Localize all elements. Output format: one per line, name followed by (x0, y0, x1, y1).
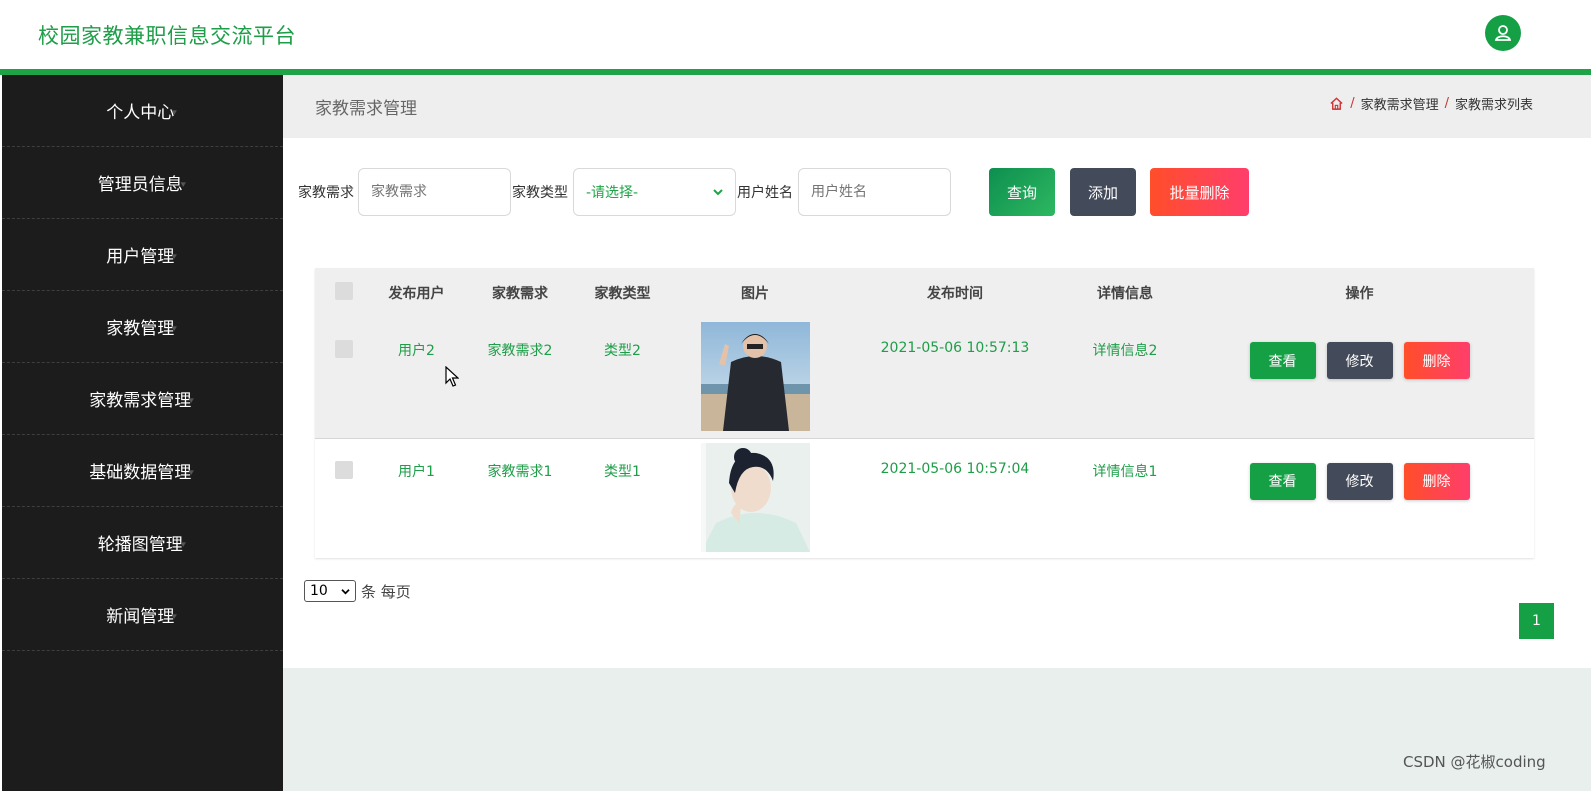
batch-delete-button[interactable]: 批量删除 (1150, 168, 1249, 216)
sidebar-item-base-data[interactable]: 基础数据管理 ▾ (2, 435, 283, 507)
table-row: 用户2 家教需求2 类型2 2021-05-06 10:57:13 详情信息2 … (315, 318, 1534, 438)
caret-down-icon: ▾ (188, 395, 195, 406)
page-size-value: 10 (310, 583, 328, 599)
demand-search-input[interactable] (358, 168, 511, 216)
cell-type: 类型1 (580, 437, 665, 558)
sidebar-item-profile[interactable]: 个人中心 ▾ (2, 75, 283, 147)
sidebar-item-label: 新闻管理 (106, 607, 175, 627)
delete-button[interactable]: 删除 (1403, 342, 1470, 379)
cell-user: 用户1 (373, 437, 460, 558)
type-select-value: -请选择- (586, 185, 639, 201)
select-all-checkbox[interactable] (335, 282, 353, 300)
add-button[interactable]: 添加 (1070, 168, 1136, 216)
sidebar-item-tutoring-demands[interactable]: 家教需求管理 ▾ (2, 363, 283, 435)
sidebar-item-label: 个人中心 (106, 103, 175, 123)
type-select[interactable]: -请选择- (573, 168, 736, 216)
caret-down-icon: ▾ (188, 467, 195, 478)
edit-button[interactable]: 修改 (1326, 462, 1393, 500)
cell-type: 类型2 (580, 318, 665, 438)
sidebar-item-users[interactable]: 用户管理 ▾ (2, 219, 283, 291)
page-size-select[interactable]: 10 (304, 580, 356, 602)
delete-button[interactable]: 删除 (1403, 462, 1470, 500)
caret-down-icon: ▾ (171, 611, 178, 622)
view-button[interactable]: 查看 (1249, 342, 1316, 379)
home-icon[interactable] (1329, 96, 1344, 111)
per-page-text: 条 每页 (361, 582, 411, 601)
sidebar: 个人中心 ▾ 管理员信息 ▾ 用户管理 ▾ 家教管理 ▾ 家教需求管理 ▾ 基础数据管理 ▾… (2, 75, 283, 791)
page-title: 家教需求管理 (315, 99, 417, 119)
caret-down-icon: ▾ (171, 323, 178, 334)
chevron-down-icon (713, 189, 723, 196)
cell-demand: 家教需求2 (460, 318, 580, 438)
page-size-control: 10 条 每页 (304, 580, 411, 602)
breadcrumb-separator: / (1444, 96, 1449, 111)
type-label: 家教类型 (512, 185, 568, 201)
demand-image (700, 442, 810, 552)
demand-table: 发布用户 家教需求 家教类型 图片 发布时间 详情信息 操作 用户2 家教需求2… (315, 268, 1534, 558)
column-header: 图片 (665, 268, 845, 318)
row-actions: 查看 修改 删除 (1185, 461, 1534, 500)
column-header: 发布时间 (845, 268, 1065, 318)
view-button[interactable]: 查看 (1249, 462, 1316, 500)
table-header-row: 发布用户 家教需求 家教类型 图片 发布时间 详情信息 操作 (315, 268, 1534, 318)
row-checkbox[interactable] (335, 340, 353, 358)
demand-image (700, 322, 810, 431)
mouse-cursor-icon (445, 366, 459, 387)
page-header: 家教需求管理 / 家教需求管理 / 家教需求列表 (283, 75, 1591, 138)
app-title: 校园家教兼职信息交流平台 (38, 24, 296, 48)
breadcrumb-item[interactable]: 家教需求管理 (1361, 94, 1439, 113)
caret-down-icon: ▾ (180, 179, 186, 190)
sidebar-item-tutors[interactable]: 家教管理 ▾ (2, 291, 283, 363)
sidebar-item-label: 家教需求管理 (89, 391, 192, 411)
sidebar-item-label: 基础数据管理 (89, 463, 192, 483)
cell-demand: 家教需求1 (460, 437, 580, 558)
search-bar: 家教需求 家教类型 -请选择- 用户姓名 查询 添加 批量删除 (298, 168, 1249, 216)
watermark-text: CSDN @花椒coding (1403, 753, 1546, 771)
cell-detail: 详情信息2 (1065, 318, 1185, 438)
username-search-input[interactable] (798, 168, 951, 216)
cell-publish-time: 2021-05-06 10:57:04 (845, 437, 1065, 558)
cell-detail: 详情信息1 (1065, 437, 1185, 558)
sidebar-item-label: 用户管理 (106, 247, 175, 267)
user-avatar[interactable] (1485, 15, 1521, 51)
query-button[interactable]: 查询 (989, 168, 1055, 216)
column-header: 操作 (1185, 268, 1534, 318)
column-header: 家教需求 (460, 268, 580, 318)
breadcrumb-item: 家教需求列表 (1454, 98, 1533, 113)
sidebar-item-news[interactable]: 新闻管理 ▾ (2, 579, 283, 651)
sidebar-item-carousel[interactable]: 轮播图管理 ▾ (2, 507, 283, 579)
column-header: 家教类型 (580, 268, 665, 318)
caret-down-icon: ▾ (171, 107, 178, 118)
cell-publish-time: 2021-05-06 10:57:13 (845, 318, 1065, 438)
sidebar-item-label: 轮播图管理 (97, 535, 183, 555)
sidebar-item-admin-info[interactable]: 管理员信息 ▾ (2, 147, 283, 219)
chevron-down-icon (341, 588, 350, 594)
main-content: 家教需求管理 / 家教需求管理 / 家教需求列表 家教需求 家教类型 -请选择-… (283, 75, 1591, 791)
row-checkbox[interactable] (335, 460, 353, 479)
caret-down-icon: ▾ (180, 539, 186, 550)
edit-button[interactable]: 修改 (1326, 342, 1393, 379)
table-row: 用户1 家教需求1 类型1 2021-05-06 10:57:04 详情信息1 … (315, 437, 1534, 558)
username-label: 用户姓名 (737, 185, 793, 201)
column-header: 详情信息 (1065, 268, 1185, 318)
column-header: 发布用户 (373, 268, 460, 318)
demand-label: 家教需求 (298, 185, 354, 201)
page-number-button[interactable]: 1 (1519, 603, 1554, 639)
top-header: 校园家教兼职信息交流平台 (0, 0, 1591, 69)
breadcrumb-separator: / (1350, 96, 1355, 111)
sidebar-item-label: 家教管理 (106, 319, 175, 339)
breadcrumb: / 家教需求管理 / 家教需求列表 (1329, 94, 1533, 113)
row-actions: 查看 修改 删除 (1185, 340, 1534, 379)
caret-down-icon: ▾ (171, 251, 178, 262)
sidebar-item-label: 管理员信息 (97, 175, 183, 195)
user-icon (1494, 25, 1512, 41)
